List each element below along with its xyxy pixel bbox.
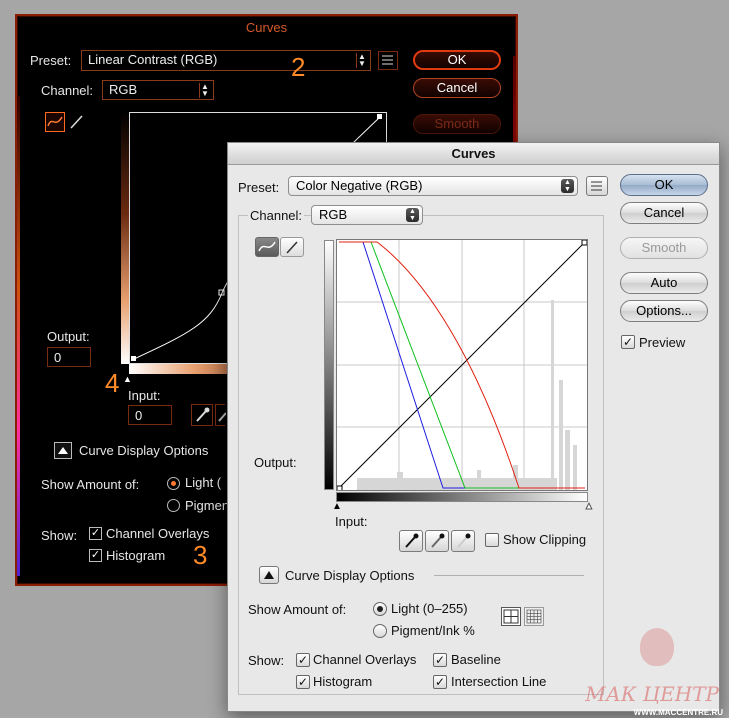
dark-dialog-left-edge <box>17 96 20 576</box>
light-input-label: Input: <box>335 514 368 529</box>
dark-black-eyedropper-icon[interactable] <box>191 404 213 426</box>
light-preview-label: Preview <box>639 335 686 350</box>
light-grid-4x4-icon[interactable] <box>501 607 521 626</box>
dark-channel-overlays-label: Channel Overlays <box>106 526 210 541</box>
light-output-label: Output: <box>254 455 297 470</box>
dark-pigment-radio[interactable] <box>167 499 180 512</box>
dark-curve-point-0 <box>131 356 136 361</box>
apple-logo-icon <box>640 628 674 666</box>
dark-channel-label: Channel: <box>41 83 94 98</box>
dark-preset-options-icon[interactable] <box>378 51 398 70</box>
dark-preset-label: Preset: <box>30 53 72 68</box>
light-white-eyedropper-icon[interactable] <box>451 530 475 552</box>
light-light-label: Light (0–255) <box>391 601 468 616</box>
dark-ok-button[interactable]: OK <box>413 50 501 70</box>
light-preset-options-icon[interactable] <box>586 176 608 196</box>
dark-curve-point-2 <box>377 114 382 119</box>
dark-preset-value: Linear Contrast (RGB) <box>88 52 218 67</box>
light-preview-checkbox[interactable]: ✓ <box>621 335 635 349</box>
dark-input-field[interactable]: 0 <box>128 405 172 425</box>
dark-preset-select[interactable]: Linear Contrast (RGB) ▲ ▼ <box>81 50 371 71</box>
light-curve-point-1 <box>581 239 588 246</box>
light-input-gradient-bar <box>336 492 588 502</box>
light-histogram-label: Histogram <box>313 674 373 689</box>
dark-show-label: Show: <box>41 528 78 543</box>
dark-channel-value: RGB <box>109 82 138 97</box>
light-channel-arrows-icon: ▲ ▼ <box>406 208 419 222</box>
light-intersection-line-checkbox[interactable]: ✓ <box>433 675 447 689</box>
light-black-slider-icon[interactable]: ▲ <box>332 501 342 512</box>
light-show-amount-label: Show Amount of: <box>248 602 347 617</box>
light-channel-label: Channel: <box>248 208 305 223</box>
light-histogram <box>357 300 577 490</box>
light-pigment-label: Pigment/Ink % <box>391 623 475 638</box>
dark-output-gradient-bar <box>121 112 129 364</box>
watermark-name: МАК ЦЕНТР <box>585 682 719 706</box>
dark-output-label: Output: <box>47 329 90 344</box>
light-black-eyedropper-icon[interactable] <box>399 530 423 552</box>
light-channel-select[interactable]: RGB ▲ ▼ <box>311 205 423 225</box>
light-curves-dialog: Curves Preset: Color Negative (RGB) ▲ ▼ O… <box>227 142 720 712</box>
dark-preset-arrows-icon: ▲ ▼ <box>356 53 367 68</box>
light-channel-value: RGB <box>319 207 348 222</box>
callout-4: 4 <box>105 368 120 398</box>
dark-channel-select[interactable]: RGB ▲ ▼ <box>102 80 214 100</box>
light-light-radio[interactable] <box>373 602 387 616</box>
light-preset-label: Preset: <box>238 180 280 195</box>
dark-channel-overlays-checkbox[interactable]: ✓ <box>89 527 102 540</box>
light-curve-point-0 <box>336 485 343 492</box>
light-preset-arrows-icon: ▲ ▼ <box>561 179 574 193</box>
light-preset-select[interactable]: Color Negative (RGB) ▲ ▼ <box>288 176 578 196</box>
light-intersection-line-label: Intersection Line <box>451 674 547 689</box>
dark-curve-display-options-label: Curve Display Options <box>79 443 209 458</box>
dark-input-label: Input: <box>128 388 161 403</box>
light-pigment-radio[interactable] <box>373 624 387 638</box>
callout-3: 3 <box>193 540 208 570</box>
dark-light-label: Light ( <box>185 475 222 490</box>
light-curve-display-options-label: Curve Display Options <box>285 568 415 583</box>
light-auto-button[interactable]: Auto <box>620 272 708 294</box>
callout-2: 2 <box>291 52 306 82</box>
dark-curve-tool-icon[interactable] <box>45 112 65 132</box>
light-options-divider <box>434 575 584 576</box>
light-show-clipping-checkbox[interactable] <box>485 533 499 547</box>
dark-channel-arrows-icon: ▲ ▼ <box>199 83 210 98</box>
dark-histogram-checkbox[interactable]: ✓ <box>89 549 102 562</box>
light-curve-graph[interactable] <box>336 239 588 492</box>
light-disclosure-triangle-icon[interactable] <box>259 566 279 584</box>
dark-histogram-label: Histogram <box>106 548 166 563</box>
light-cancel-button[interactable]: Cancel <box>620 202 708 224</box>
dark-gray-eyedropper-icon[interactable] <box>215 404 227 426</box>
light-histogram-checkbox[interactable]: ✓ <box>296 675 310 689</box>
dark-black-slider-icon[interactable]: ▲ <box>123 374 132 384</box>
light-show-clipping-label: Show Clipping <box>503 532 587 547</box>
light-grid-10x10-icon[interactable] <box>524 607 544 626</box>
dark-light-radio[interactable] <box>167 477 180 490</box>
dark-pigment-label: Pigmen <box>185 498 230 513</box>
light-show-label: Show: <box>248 653 285 668</box>
light-options-button[interactable]: Options... <box>620 300 708 322</box>
dark-output-field[interactable]: 0 <box>47 347 91 367</box>
light-pencil-tool-icon[interactable] <box>280 237 304 257</box>
light-gray-eyedropper-icon[interactable] <box>425 530 449 552</box>
light-ok-button[interactable]: OK <box>620 174 708 196</box>
dark-dialog-title: Curves <box>245 20 288 35</box>
light-channel-overlays-checkbox[interactable]: ✓ <box>296 653 310 667</box>
light-smooth-button[interactable]: Smooth <box>620 237 708 259</box>
watermark-url: WWW.MACCENTRE.RU <box>633 708 723 717</box>
light-baseline-label: Baseline <box>451 652 501 667</box>
light-channel-overlays-label: Channel Overlays <box>313 652 417 667</box>
light-baseline-checkbox[interactable]: ✓ <box>433 653 447 667</box>
light-curve-tool-icon[interactable] <box>255 237 279 257</box>
dark-smooth-button[interactable]: Smooth <box>413 114 501 134</box>
light-preset-value: Color Negative (RGB) <box>296 178 423 193</box>
dark-pencil-tool-icon[interactable] <box>67 112 87 132</box>
dark-cancel-button[interactable]: Cancel <box>413 78 501 98</box>
light-dialog-title: Curves <box>228 143 719 165</box>
light-output-gradient-bar <box>324 240 334 490</box>
dark-disclosure-triangle-icon[interactable] <box>54 442 72 459</box>
dark-show-amount-label: Show Amount of: <box>41 477 140 492</box>
light-white-slider-icon[interactable]: ▲ <box>584 501 595 513</box>
